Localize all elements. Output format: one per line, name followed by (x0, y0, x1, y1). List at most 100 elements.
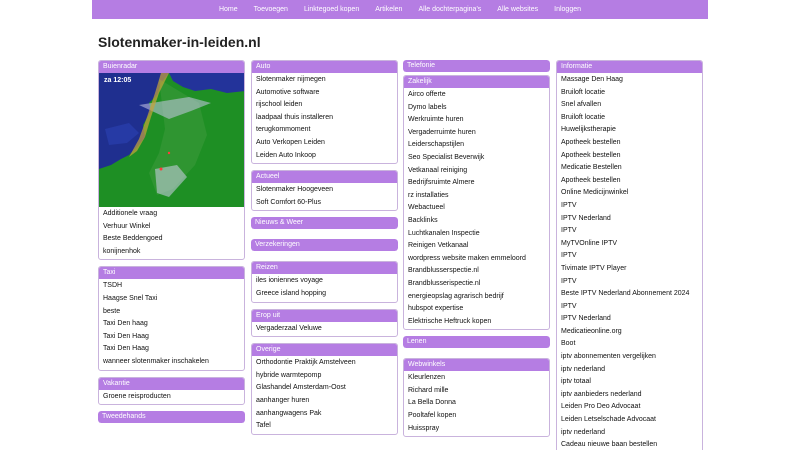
list-item[interactable]: Verhuur Winkel (103, 221, 240, 234)
list-item[interactable]: Airco offerte (408, 89, 545, 102)
list-item[interactable]: Apotheek bestellen (561, 150, 698, 163)
list-item[interactable]: IPTV Nederland (561, 213, 698, 226)
list-item[interactable]: Dymo labels (408, 102, 545, 115)
list-item[interactable]: konijnenhok (103, 246, 240, 259)
box-title[interactable]: Telefonie (403, 60, 550, 72)
list-item[interactable]: Bedrijfsruimte Almere (408, 177, 545, 190)
list-item[interactable]: Glashandel Amsterdam-Oost (256, 382, 393, 395)
list-item[interactable]: Vergaderruimte huren (408, 127, 545, 140)
list-item[interactable]: IPTV (561, 225, 698, 238)
list-item[interactable]: Slotenmaker Hoogeveen (256, 184, 393, 197)
list-item[interactable]: Taxi Den haag (103, 318, 240, 331)
list-item[interactable]: Luchtkanalen Inspectie (408, 228, 545, 241)
list-item[interactable]: Reinigen Vetkanaal (408, 240, 545, 253)
list-item[interactable]: Kleurlenzen (408, 372, 545, 385)
list-item[interactable]: Automotive software (256, 87, 393, 100)
list-item[interactable]: Brandblusserispectie.nl (408, 278, 545, 291)
list-item[interactable]: Leiden Auto Inkoop (256, 150, 393, 163)
column-2: Auto Slotenmaker nijmegen Automotive sof… (251, 60, 398, 441)
radar-time: za 12:05 (104, 77, 132, 84)
list-item[interactable]: Haagse Snel Taxi (103, 293, 240, 306)
list-item[interactable]: iptv totaal (561, 376, 698, 389)
list-item[interactable]: terugkommoment (256, 124, 393, 137)
list-item[interactable]: hybride warmtepomp (256, 370, 393, 383)
list-item[interactable]: rz installaties (408, 190, 545, 203)
list-item[interactable]: La Bella Donna (408, 397, 545, 410)
nav-dochterpaginas[interactable]: Alle dochterpagina's (410, 6, 489, 13)
list-item[interactable]: Cadeau nieuwe baan bestellen (561, 439, 698, 450)
list-item[interactable]: Medicatie Bestellen (561, 162, 698, 175)
list-item[interactable]: wanneer slotenmaker inschakelen (103, 356, 240, 369)
list-item[interactable]: Beste IPTV Nederland Abonnement 2024 (561, 288, 698, 301)
list-item[interactable]: Werkruimte huren (408, 114, 545, 127)
list-item[interactable]: iles ioniennes voyage (256, 275, 393, 288)
list-item[interactable]: rijschool leiden (256, 99, 393, 112)
list-item[interactable]: iptv aanbieders nederland (561, 389, 698, 402)
list-item[interactable]: IPTV Nederland (561, 313, 698, 326)
list-item[interactable]: Huisspray (408, 423, 545, 436)
nav-alle-websites[interactable]: Alle websites (489, 6, 546, 13)
list-item[interactable]: Bruiloft locatie (561, 87, 698, 100)
list-item[interactable]: Leiden Pro Deo Advocaat (561, 401, 698, 414)
list-item[interactable]: Vetkanaal reiniging (408, 165, 545, 178)
list-item[interactable]: Medicatieonline.org (561, 326, 698, 339)
list-item[interactable]: Orthodontie Praktijk Amstelveen (256, 357, 393, 370)
list-item[interactable]: Snel afvallen (561, 99, 698, 112)
list-item[interactable]: Leiderschapstijlen (408, 139, 545, 152)
list-item[interactable]: Taxi Den Haag (103, 343, 240, 356)
list-item[interactable]: aanhangwagens Pak (256, 408, 393, 421)
list-item[interactable]: Slotenmaker nijmegen (256, 74, 393, 87)
list-item[interactable]: laadpaal thuis installeren (256, 112, 393, 125)
list-item[interactable]: Apotheek bestellen (561, 137, 698, 150)
list-item[interactable]: energieopslag agrarisch bedrijf (408, 291, 545, 304)
list-item[interactable]: Online Medicijnwinkel (561, 187, 698, 200)
list-item[interactable]: IPTV (561, 200, 698, 213)
nav-linktegoed-kopen[interactable]: Linktegoed kopen (296, 6, 367, 13)
list-item[interactable]: iptv nederland (561, 364, 698, 377)
list-item[interactable]: Seo Specialist Beverwijk (408, 152, 545, 165)
list-item[interactable]: wordpress website maken emmeloord (408, 253, 545, 266)
list-item[interactable]: Tivimate IPTV Player (561, 263, 698, 276)
list-item[interactable]: Groene reisproducten (103, 391, 240, 404)
nav-inloggen[interactable]: Inloggen (546, 6, 589, 13)
nav-artikelen[interactable]: Artikelen (367, 6, 410, 13)
list-item[interactable]: Richard mille (408, 385, 545, 398)
list-item[interactable]: IPTV (561, 250, 698, 263)
nav-home[interactable]: Home (211, 6, 246, 13)
list-item[interactable]: Elektrische Heftruck kopen (408, 316, 545, 329)
list-item[interactable]: Greece island hopping (256, 288, 393, 301)
list-item[interactable]: Brandblusserspectie.nl (408, 265, 545, 278)
list-item[interactable]: Beste Beddengoed (103, 233, 240, 246)
list-item[interactable]: Huwelijkstherapie (561, 124, 698, 137)
list-item[interactable]: Boot (561, 338, 698, 351)
box-title[interactable]: Nieuws & Weer (251, 217, 398, 230)
list-item[interactable]: IPTV (561, 301, 698, 314)
nav-toevoegen[interactable]: Toevoegen (246, 6, 296, 13)
list-item[interactable]: MyTVOnline IPTV (561, 238, 698, 251)
list-item[interactable]: Vergaderzaal Veluwe (256, 323, 393, 336)
list-item[interactable]: hubspot expertise (408, 303, 545, 316)
list-item[interactable]: Additionele vraag (103, 208, 240, 221)
list-item[interactable]: Taxi Den Haag (103, 331, 240, 344)
list-item[interactable]: TSDH (103, 280, 240, 293)
box-title[interactable]: Lenen (403, 336, 550, 349)
weather-radar-map[interactable]: za 12:05 (99, 73, 244, 207)
list-item[interactable]: Webactueel (408, 202, 545, 215)
list-item[interactable]: Leiden Letselschade Advocaat (561, 414, 698, 427)
list-item[interactable]: Soft Comfort 60-Plus (256, 197, 393, 210)
list-item[interactable]: IPTV (561, 276, 698, 289)
list-item[interactable]: Massage Den Haag (561, 74, 698, 87)
list-item[interactable]: Bruiloft locatie (561, 112, 698, 125)
box-title[interactable]: Tweedehands (98, 411, 245, 424)
list-item[interactable]: iptv abonnementen vergelijken (561, 351, 698, 364)
box-title[interactable]: Verzekeringen (251, 239, 398, 252)
list-item[interactable]: Backlinks (408, 215, 545, 228)
list-item[interactable]: Apotheek bestellen (561, 175, 698, 188)
list-item[interactable]: iptv nederland (561, 427, 698, 440)
list-item[interactable]: Auto Verkopen Leiden (256, 137, 393, 150)
list-item[interactable]: Pooltafel kopen (408, 410, 545, 423)
list-item[interactable]: Tafel (256, 420, 393, 433)
list-item[interactable]: aanhanger huren (256, 395, 393, 408)
list-item[interactable]: beste (103, 306, 240, 319)
nieuws-box: Nieuws & Weer (251, 217, 398, 230)
